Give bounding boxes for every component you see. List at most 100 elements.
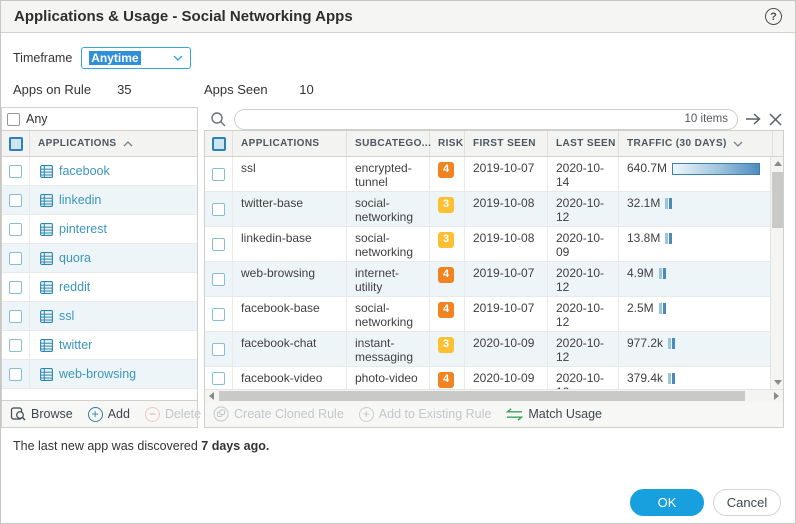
row-checkbox[interactable] [212,308,225,321]
apps-seen-header: APPLICATIONS SUBCATEGO... RISK FIRST SEE… [205,131,783,157]
risk-badge: 3 [438,197,454,213]
row-checkbox[interactable] [9,194,22,207]
cell-traffic: 2.5M [619,297,772,331]
table-row[interactable]: linkedin-basesocial-networking32019-10-0… [205,227,772,262]
apps-seen-toolbar: Create Cloned Rule + Add to Existing Rul… [204,400,784,428]
scroll-right-arrow[interactable] [770,390,783,402]
row-checkbox[interactable] [212,372,225,385]
application-icon [40,281,53,294]
last-app-discovered-note: The last new app was discovered 7 days a… [13,439,795,453]
create-cloned-rule-button: Create Cloned Rule [213,406,344,422]
cell-first-seen: 2020-10-09 [465,332,548,366]
browse-button[interactable]: Browse [10,406,73,422]
column-header-last-seen[interactable]: LAST SEEN [548,131,619,156]
match-usage-icon [506,408,523,421]
add-to-existing-rule-button: + Add to Existing Rule [359,407,492,422]
cell-application: facebook-chat [233,332,347,366]
cancel-button[interactable]: Cancel [713,489,781,516]
row-checkbox-cell [2,157,30,185]
row-checkbox[interactable] [212,203,225,216]
rule-app-row[interactable]: quora [2,244,197,273]
application-icon [40,194,53,207]
column-header-subcategory[interactable]: SUBCATEGO... [347,131,430,156]
row-checkbox[interactable] [9,339,22,352]
table-row[interactable]: facebook-basesocial-networking42019-10-0… [205,297,772,332]
rule-apps-toolbar: Browse + Add − Delete [1,400,198,428]
match-usage-button[interactable]: Match Usage [506,407,602,421]
table-row[interactable]: facebook-videophoto-video42020-10-092020… [205,367,772,389]
row-checkbox[interactable] [212,343,225,356]
vertical-scrollbar-thumb[interactable] [772,172,783,228]
column-header-applications[interactable]: APPLICATIONS [233,131,347,156]
row-checkbox[interactable] [9,252,22,265]
rule-app-row[interactable]: twitter [2,331,197,360]
traffic-bar [665,198,672,213]
traffic-value: 977.2k [627,337,663,351]
app-name-cell: ssl [30,302,74,330]
table-row[interactable]: sslencrypted-tunnel42019-10-072020-10-14… [205,157,772,192]
rule-apps-header: APPLICATIONS [2,131,197,157]
column-header-traffic[interactable]: TRAFFIC (30 DAYS) [619,131,772,156]
row-checkbox[interactable] [212,273,225,286]
rule-app-row[interactable]: reddit [2,273,197,302]
table-row[interactable]: twitter-basesocial-networking32019-10-08… [205,192,772,227]
any-row: Any [1,107,198,131]
cell-first-seen: 2020-10-09 [465,367,548,389]
application-icon [40,252,53,265]
app-name-cell: web-browsing [30,360,136,388]
scroll-left-arrow[interactable] [205,390,218,402]
cell-application: ssl [233,157,347,191]
apps-on-rule-value: 35 [117,82,131,97]
app-name: ssl [59,309,74,323]
apps-seen-body: sslencrypted-tunnel42019-10-072020-10-14… [205,157,783,389]
rule-app-row[interactable]: ssl [2,302,197,331]
cell-subcategory: instant-messaging [347,332,430,366]
search-row: 10 items [204,107,784,131]
cell-first-seen: 2019-10-08 [465,192,548,226]
row-checkbox-cell [205,332,233,366]
row-checkbox[interactable] [212,238,225,251]
cell-application: facebook-base [233,297,347,331]
clear-filter-icon[interactable] [769,113,782,126]
row-checkbox[interactable] [9,368,22,381]
traffic-value: 13.8M [627,232,660,246]
ok-button[interactable]: OK [630,489,704,516]
rule-app-row[interactable]: linkedin [2,186,197,215]
traffic-value: 379.4k [627,372,663,386]
rule-app-row[interactable]: pinterest [2,215,197,244]
row-checkbox-cell [205,157,233,191]
horizontal-scrollbar-thumb[interactable] [219,391,745,401]
row-checkbox[interactable] [212,168,225,181]
table-row[interactable]: web-browsinginternet-utility42019-10-072… [205,262,772,297]
any-checkbox[interactable] [7,113,20,126]
rule-app-row[interactable]: web-browsing [2,360,197,389]
select-all-checkbox[interactable] [9,137,23,151]
column-header-first-seen[interactable]: FIRST SEEN [465,131,548,156]
vertical-scrollbar[interactable] [770,157,783,389]
select-all-checkbox[interactable] [212,137,226,151]
row-checkbox[interactable] [9,310,22,323]
app-name-cell: facebook [30,157,110,185]
scroll-down-arrow[interactable] [771,376,783,389]
apps-seen-table: APPLICATIONS SUBCATEGO... RISK FIRST SEE… [204,130,784,401]
column-header-risk[interactable]: RISK [430,131,465,156]
row-checkbox-cell [205,262,233,296]
search-input[interactable]: 10 items [234,109,738,130]
row-checkbox[interactable] [9,281,22,294]
row-checkbox-cell [2,186,30,214]
row-checkbox-cell [2,273,30,301]
column-header-applications[interactable]: APPLICATIONS [30,131,197,156]
add-button[interactable]: + Add [88,407,130,422]
row-checkbox[interactable] [9,223,22,236]
scroll-up-arrow[interactable] [771,157,783,170]
cell-traffic: 977.2k [619,332,772,366]
rule-app-row[interactable]: facebook [2,157,197,186]
timeframe-select[interactable]: Anytime [81,47,191,69]
cell-last-seen: 2020-10-12 [548,192,619,226]
cell-subcategory: photo-video [347,367,430,389]
horizontal-scrollbar[interactable] [205,389,783,402]
apply-filter-arrow-icon[interactable] [745,113,762,125]
table-row[interactable]: facebook-chatinstant-messaging32020-10-0… [205,332,772,367]
row-checkbox[interactable] [9,165,22,178]
help-icon[interactable]: ? [765,8,782,25]
